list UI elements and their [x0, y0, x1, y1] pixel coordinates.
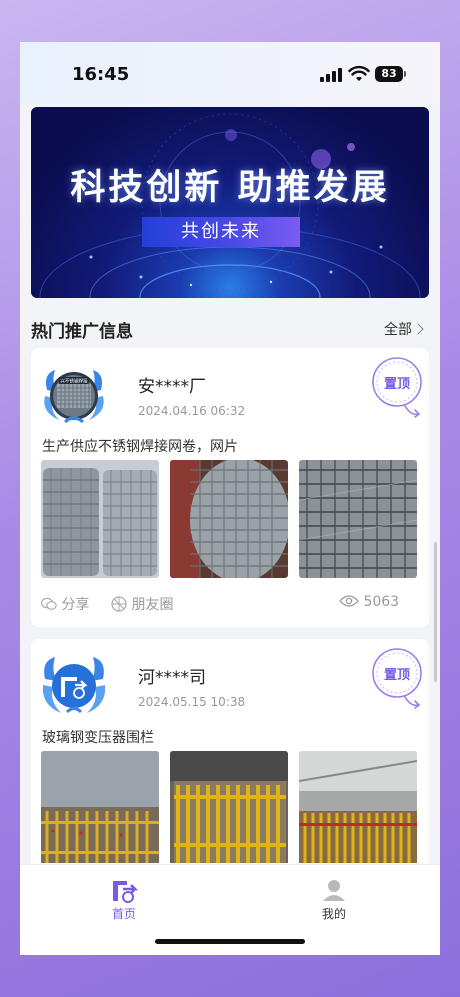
moments-icon — [111, 596, 127, 612]
pin-top-badge[interactable]: 置顶 — [371, 356, 423, 420]
post-photo[interactable] — [299, 751, 417, 863]
post-photo[interactable] — [170, 751, 288, 863]
share-button[interactable]: 分享 — [40, 594, 90, 614]
status-bar: 16:45 83 — [20, 42, 440, 104]
eye-icon — [339, 595, 359, 607]
phone-screen: 16:45 83 科技创新 助推发展 共创未来 热门推广信息 全部 兴不锈钢焊接… — [20, 42, 440, 955]
tab-home-label: 首页 — [111, 907, 136, 921]
company-avatar[interactable]: 兴不锈钢焊接 — [41, 364, 107, 426]
battery-tip — [404, 71, 406, 77]
wifi-icon — [348, 65, 370, 81]
scroll-indicator[interactable] — [434, 542, 437, 682]
view-all-label: 全部 — [384, 322, 412, 338]
moments-label: 朋友圈 — [131, 597, 174, 613]
post-photo[interactable] — [170, 460, 288, 578]
tab-mine-label: 我的 — [321, 907, 346, 921]
user-icon — [323, 880, 345, 901]
pin-label: 置顶 — [383, 668, 410, 683]
company-avatar[interactable] — [41, 655, 107, 717]
avatar-brand-text: 兴不锈钢焊接 — [60, 378, 88, 385]
tab-mine[interactable]: 我的 — [304, 877, 364, 922]
post-company-name[interactable]: 安****厂 — [138, 372, 206, 397]
post-company-name[interactable]: 河****司 — [138, 663, 206, 688]
post-photo[interactable] — [41, 751, 159, 863]
moments-button[interactable]: 朋友圈 — [111, 594, 173, 614]
post-description: 玻璃钢变压器围栏 — [42, 730, 154, 746]
promo-banner[interactable]: 科技创新 助推发展 共创未来 — [31, 107, 429, 298]
tab-home[interactable]: 首页 — [94, 877, 154, 922]
view-count-value: 5063 — [363, 594, 400, 610]
home-tab-icon — [113, 881, 139, 903]
cellular-signal-icon — [320, 68, 342, 82]
chevron-right-icon — [412, 323, 424, 335]
battery-icon: 83 — [375, 66, 403, 82]
post-date: 2024.05.15 10:38 — [138, 695, 246, 709]
post-photo[interactable] — [41, 460, 159, 578]
post-date: 2024.04.16 06:32 — [138, 404, 246, 418]
banner-subtitle: 共创未来 — [142, 217, 300, 247]
view-all-link[interactable]: 全部 — [384, 319, 424, 339]
pin-top-badge[interactable]: 置顶 — [371, 647, 423, 711]
home-indicator[interactable] — [155, 939, 305, 944]
post-card[interactable]: 兴不锈钢焊接 安****厂 2024.04.16 06:32 置顶 生产供应不锈… — [31, 348, 429, 627]
status-time: 16:45 — [72, 64, 130, 85]
section-title: 热门推广信息 — [31, 322, 133, 342]
banner-title: 科技创新 助推发展 — [70, 168, 390, 208]
view-count: 5063 — [339, 594, 399, 610]
post-photo[interactable] — [299, 460, 417, 578]
pin-label: 置顶 — [383, 377, 410, 392]
post-photos — [41, 460, 419, 578]
wechat-icon — [40, 597, 57, 610]
post-photos — [41, 751, 419, 863]
share-label: 分享 — [61, 597, 90, 613]
post-description: 生产供应不锈钢焊接网卷，网片 — [42, 439, 238, 455]
